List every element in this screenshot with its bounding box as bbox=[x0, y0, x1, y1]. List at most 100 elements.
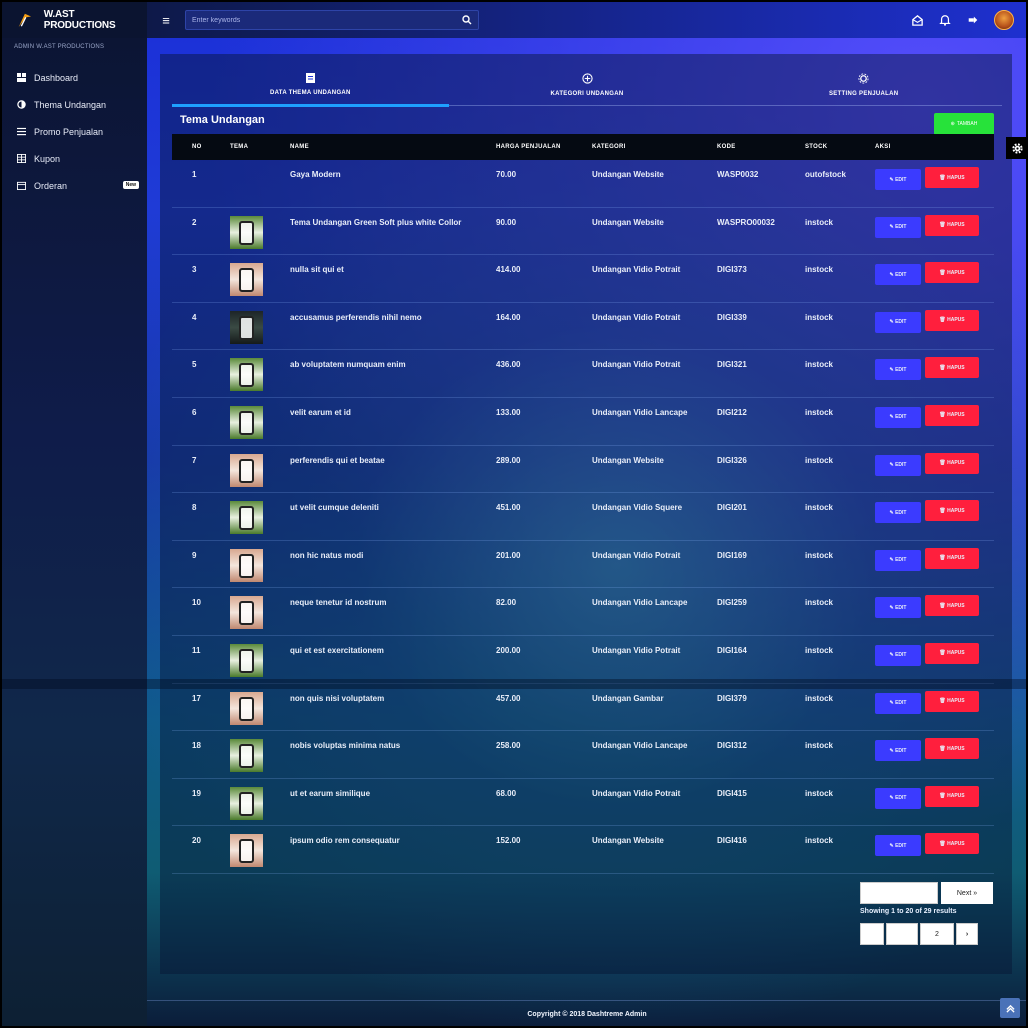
tab-label: SETTING PENJUALAN bbox=[828, 90, 899, 97]
edit-label: EDIT bbox=[895, 557, 907, 564]
delete-button[interactable]: 🗑 HAPUS bbox=[925, 214, 979, 236]
delete-button[interactable]: 🗑 HAPUS bbox=[925, 452, 979, 474]
tab-kategori-undangan[interactable]: KATEGORI UNDANGAN bbox=[449, 64, 726, 105]
table-header: NO TEMA NAME HARGA PENJUALAN KATEGORI KO… bbox=[172, 134, 994, 160]
edit-button[interactable]: ✎ EDIT bbox=[875, 406, 921, 428]
header-kode: KODE bbox=[717, 144, 736, 150]
theme-stock: instock bbox=[805, 503, 834, 513]
row-number: 19 bbox=[192, 788, 201, 798]
theme-name: accusamus perferendis nihil nemo bbox=[290, 312, 422, 322]
table-row: 8 ut velit cumque deleniti 451.00 Undangan … bbox=[172, 493, 994, 541]
table-row: 1 Gaya Modern 70.00 Undangan Website WASP003… bbox=[172, 160, 994, 208]
search-bar bbox=[185, 10, 479, 30]
theme-category: Undangan Vidio Lancape bbox=[592, 598, 688, 608]
edit-button[interactable]: ✎ EDIT bbox=[875, 454, 921, 476]
theme-name: non quis nisi voluptatem bbox=[290, 693, 385, 703]
phone-preview-icon bbox=[239, 791, 254, 816]
edit-button[interactable]: ✎ EDIT bbox=[875, 644, 921, 666]
avatar[interactable] bbox=[994, 10, 1014, 30]
trash-icon: 🗑 bbox=[939, 840, 948, 847]
delete-label: HAPUS bbox=[947, 602, 965, 609]
edit-button[interactable]: ✎ EDIT bbox=[875, 216, 921, 238]
sidebar-item-promo-penjualan[interactable]: Promo Penjualan bbox=[2, 118, 147, 145]
table-row: 19 ut et earum similique 68.00 Undangan Vid… bbox=[172, 779, 994, 827]
edit-button[interactable]: ✎ EDIT bbox=[875, 787, 921, 809]
page-first[interactable] bbox=[860, 923, 884, 945]
menu-toggle-icon[interactable]: ≡ bbox=[153, 13, 179, 28]
trash-icon: 🗑 bbox=[939, 555, 948, 562]
search-input[interactable] bbox=[186, 11, 456, 29]
delete-button[interactable]: 🗑 HAPUS bbox=[925, 738, 979, 760]
edit-button[interactable]: ✎ EDIT bbox=[875, 311, 921, 333]
edit-button[interactable]: ✎ EDIT bbox=[875, 740, 921, 762]
envelope-icon[interactable] bbox=[910, 13, 924, 27]
delete-button[interactable]: 🗑 HAPUS bbox=[925, 785, 979, 807]
add-button[interactable]: ⊕ TAMBAH bbox=[934, 113, 994, 135]
edit-label: EDIT bbox=[895, 795, 907, 802]
theme-price: 258.00 bbox=[496, 741, 521, 751]
delete-button[interactable]: 🗑 HAPUS bbox=[925, 167, 979, 188]
sidebar-item-kupon[interactable]: Kupon bbox=[2, 145, 147, 172]
phone-preview-icon bbox=[239, 601, 254, 626]
edit-button[interactable]: ✎ EDIT bbox=[875, 692, 921, 714]
theme-name: qui et est exercitationem bbox=[290, 645, 384, 655]
trash-icon: 🗑 bbox=[939, 793, 948, 800]
pagination-prev-box[interactable] bbox=[860, 882, 938, 904]
edit-button[interactable]: ✎ EDIT bbox=[875, 549, 921, 571]
edit-label: EDIT bbox=[895, 319, 907, 326]
sidebar-item-dashboard[interactable]: Dashboard bbox=[2, 64, 147, 91]
theme-price: 152.00 bbox=[496, 836, 521, 846]
row-number: 2 bbox=[192, 217, 197, 227]
theme-thumbnail bbox=[230, 263, 263, 297]
delete-button[interactable]: 🗑 HAPUS bbox=[925, 690, 979, 712]
header-no: NO bbox=[192, 144, 202, 150]
delete-button[interactable]: 🗑 HAPUS bbox=[925, 500, 979, 522]
next-page-button[interactable]: Next » bbox=[941, 882, 993, 904]
gear-icon[interactable] bbox=[1006, 137, 1026, 159]
delete-button[interactable]: 🗑 HAPUS bbox=[925, 642, 979, 664]
delete-button[interactable]: 🗑 HAPUS bbox=[925, 404, 979, 426]
sidebar-item-thema-undangan[interactable]: Thema Undangan bbox=[2, 91, 147, 118]
phone-preview-icon bbox=[239, 553, 254, 578]
delete-button[interactable]: 🗑 HAPUS bbox=[925, 262, 979, 284]
sidebar-item-orderan[interactable]: Orderan New bbox=[2, 172, 147, 199]
edit-button[interactable]: ✎ EDIT bbox=[875, 597, 921, 619]
scroll-top-icon[interactable] bbox=[1000, 998, 1020, 1018]
tab-data-thema-undangan[interactable]: DATA THEMA UNDANGAN bbox=[172, 64, 449, 107]
delete-button[interactable]: 🗑 HAPUS bbox=[925, 357, 979, 379]
theme-thumbnail bbox=[230, 548, 263, 582]
edit-button[interactable]: ✎ EDIT bbox=[875, 169, 921, 190]
table-row: 7 perferendis qui et beatae 289.00 Undangan… bbox=[172, 446, 994, 494]
delete-button[interactable]: 🗑 HAPUS bbox=[925, 833, 979, 855]
delete-label: HAPUS bbox=[947, 412, 965, 419]
edit-button[interactable]: ✎ EDIT bbox=[875, 264, 921, 286]
theme-category: Undangan Vidio Potrait bbox=[592, 360, 681, 370]
delete-button[interactable]: 🗑 HAPUS bbox=[925, 547, 979, 569]
edit-button[interactable]: ✎ EDIT bbox=[875, 835, 921, 857]
edit-button[interactable]: ✎ EDIT bbox=[875, 502, 921, 524]
table-row: 2 Tema Undangan Green Soft plus white Col… bbox=[172, 208, 994, 256]
delete-button[interactable]: 🗑 HAPUS bbox=[925, 309, 979, 331]
header-stock: STOCK bbox=[805, 144, 828, 150]
table-icon bbox=[16, 154, 26, 164]
page-number[interactable]: 2 bbox=[920, 923, 954, 945]
brand[interactable]: W.AST PRODUCTIONS bbox=[2, 2, 147, 38]
table-body: 1 Gaya Modern 70.00 Undangan Website WASP003… bbox=[172, 160, 994, 874]
tab-setting-penjualan[interactable]: SETTING PENJUALAN bbox=[725, 64, 1002, 105]
theme-category: Undangan Vidio Potrait bbox=[592, 265, 681, 275]
top-actions bbox=[910, 10, 1026, 30]
logout-icon[interactable] bbox=[966, 13, 980, 27]
bell-icon[interactable] bbox=[938, 13, 952, 27]
search-icon[interactable] bbox=[456, 11, 478, 29]
page-next-arrow[interactable]: › bbox=[956, 923, 978, 945]
page-prev[interactable] bbox=[886, 923, 918, 945]
edit-button[interactable]: ✎ EDIT bbox=[875, 359, 921, 381]
top-bar: W.AST PRODUCTIONS ≡ bbox=[2, 2, 1026, 38]
section-title: Tema Undangan bbox=[180, 114, 265, 126]
theme-thumbnail bbox=[230, 453, 263, 487]
delete-button[interactable]: 🗑 HAPUS bbox=[925, 595, 979, 617]
theme-code: DIGI326 bbox=[717, 455, 747, 465]
theme-name: nulla sit qui et bbox=[290, 265, 344, 275]
row-number: 7 bbox=[192, 455, 197, 465]
theme-code: WASPRO00032 bbox=[717, 217, 775, 227]
